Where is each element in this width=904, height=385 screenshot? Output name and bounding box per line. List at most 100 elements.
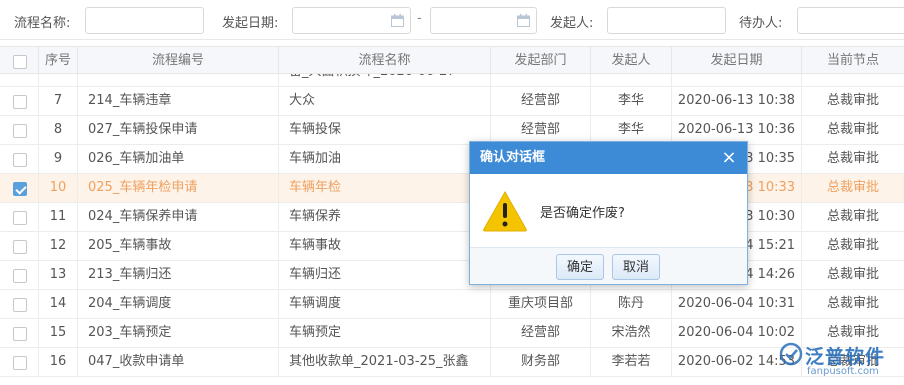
process-name-label: 流程名称:: [14, 16, 71, 31]
row-checkbox[interactable]: [13, 95, 27, 109]
cancel-button[interactable]: 取消: [612, 254, 661, 280]
table-row-partial[interactable]: 备_大面积损坏_2020-06-27: [0, 74, 904, 87]
row-checkbox[interactable]: [13, 356, 27, 370]
start-date-from-input[interactable]: [292, 7, 411, 34]
row-process-name: 其他收款单_2021-03-25_张鑫: [279, 348, 491, 377]
brand-logo-icon: [779, 342, 803, 366]
process-name-input[interactable]: [85, 7, 204, 34]
dialog-title-bar[interactable]: 确认对话框 ×: [470, 142, 747, 174]
row-department: 经营部: [491, 87, 591, 116]
row-initiator: 李华: [591, 87, 672, 116]
row-no-cell: [78, 74, 279, 87]
pending-label: 待办人:: [739, 16, 783, 31]
row-seq: 14: [39, 290, 78, 319]
header-initiator[interactable]: 发起人: [591, 47, 672, 75]
row-process-name: 车辆投保: [279, 116, 491, 145]
row-seq: 7: [39, 87, 78, 116]
table-row[interactable]: 14 204_车辆调度 车辆调度 重庆项目部 陈丹 2020-06-04 10:31 总裁审…: [0, 290, 904, 319]
row-current-node: 总裁审批: [826, 93, 879, 108]
row-department: 重庆项目部: [491, 290, 591, 319]
row-process-name: 车辆年检: [279, 174, 491, 203]
row-check-cell: [0, 74, 39, 87]
table-row[interactable]: 11024_车辆保养申请车辆保养经营部李华2020-06-13 10:30总裁审…: [0, 203, 904, 232]
row-checkbox[interactable]: [13, 269, 27, 283]
dialog-message: 是否确定作废?: [540, 206, 625, 221]
row-process-no: 214_车辆违章: [78, 87, 279, 116]
row-process-no: 047_收款申请单: [78, 348, 279, 377]
header-department[interactable]: 发起部门: [491, 47, 591, 75]
row-process-name: 车辆加油: [279, 145, 491, 174]
row-check-cell: [0, 232, 39, 261]
row-check-cell: [0, 116, 39, 145]
row-date-cell: [672, 74, 802, 87]
start-date-to-input[interactable]: [430, 7, 537, 34]
row-department: 财务部: [491, 348, 591, 377]
brand-logo: 泛普软件 fanpusoft.com: [775, 336, 904, 385]
start-date-label: 发起日期:: [222, 16, 279, 31]
table-row[interactable]: 13213_车辆归还车辆归还经营部李华2020-06-04 14:26总裁审批: [0, 261, 904, 290]
row-process-no: 027_车辆投保申请: [78, 116, 279, 145]
row-process-no: 204_车辆调度: [78, 290, 279, 319]
row-checkbox[interactable]: [13, 124, 27, 138]
row-checkbox[interactable]: [13, 240, 27, 254]
row-process-no: 205_车辆事故: [78, 232, 279, 261]
row-node-cell: [802, 74, 904, 87]
table-row[interactable]: 16 047_收款申请单 其他收款单_2021-03-25_张鑫 财务部 李若若 2020…: [0, 348, 904, 377]
row-check-cell: [0, 145, 39, 174]
header-start-date[interactable]: 发起日期: [672, 47, 802, 75]
table-row[interactable]: 7 214_车辆违章 大众 经营部 李华 2020-06-13 10:38 总裁审批: [0, 87, 904, 116]
ok-button[interactable]: 确定: [556, 254, 605, 280]
row-current-node: 总裁审批: [826, 238, 879, 253]
row-current-node: 总裁审批: [826, 296, 879, 311]
row-check-cell: [0, 319, 39, 348]
brand-name: 泛普软件: [805, 346, 886, 368]
table-row[interactable]: 15 203_车辆预定 车辆预定 经营部 宋浩然 2020-06-04 10:02 总裁审批: [0, 319, 904, 348]
table-row[interactable]: 8 027_车辆投保申请 车辆投保 经营部 李华 2020-06-13 10:36 总裁审批: [0, 116, 904, 145]
close-icon[interactable]: ×: [721, 142, 737, 174]
row-checkbox[interactable]: [13, 182, 27, 196]
table-body: 备_大面积损坏_2020-06-27 7214_车辆违章大众经营部李华2020-…: [0, 74, 904, 385]
warning-icon: [483, 190, 527, 232]
row-department: 经营部: [491, 319, 591, 348]
calendar-icon[interactable]: [517, 14, 530, 27]
header-process-name[interactable]: 流程名称: [279, 47, 491, 75]
row-check-cell: [0, 174, 39, 203]
initiator-label: 发起人:: [550, 16, 594, 31]
row-check-cell: [0, 203, 39, 232]
table-row[interactable]: 12205_车辆事故车辆事故经营部李华2020-06-04 15:21总裁审批: [0, 232, 904, 261]
header-seq: 序号: [39, 47, 78, 75]
row-seq: 10: [39, 174, 78, 203]
row-check-cell: [0, 87, 39, 116]
dialog-title: 确认对话框: [480, 150, 546, 165]
row-checkbox[interactable]: [13, 298, 27, 312]
calendar-icon[interactable]: [391, 14, 404, 27]
row-seq: 8: [39, 116, 78, 145]
row-current-node: 总裁审批: [826, 151, 879, 166]
row-process-no: 025_车辆年检申请: [78, 174, 279, 203]
row-process-no: 203_车辆预定: [78, 319, 279, 348]
row-seq: 9: [39, 145, 78, 174]
row-checkbox[interactable]: [13, 327, 27, 341]
row-process-name: 车辆归还: [279, 261, 491, 290]
header-select-all[interactable]: [0, 47, 39, 75]
row-checkbox[interactable]: [13, 153, 27, 167]
table-row[interactable]: 10025_车辆年检申请车辆年检经营部李华2020-06-13 10:33总裁审…: [0, 174, 904, 203]
pending-input[interactable]: [797, 7, 904, 34]
row-checkbox[interactable]: [13, 211, 27, 225]
row-check-cell: [0, 348, 39, 377]
row-process-name: 备_大面积损坏_2020-06-27: [279, 74, 491, 87]
row-seq: 16: [39, 348, 78, 377]
initiator-input[interactable]: [607, 7, 726, 34]
row-check-cell: [0, 290, 39, 319]
row-seq: 13: [39, 261, 78, 290]
header-process-no[interactable]: 流程编号: [78, 47, 279, 75]
header-current-node[interactable]: 当前节点: [802, 47, 904, 75]
row-initiator: 宋浩然: [591, 319, 672, 348]
table-row[interactable]: 9026_车辆加油单车辆加油经营部李华2020-06-13 10:35总裁审批: [0, 145, 904, 174]
row-process-name: 车辆保养: [279, 203, 491, 232]
select-all-checkbox[interactable]: [13, 55, 27, 69]
row-process-no: 026_车辆加油单: [78, 145, 279, 174]
row-initiator: 李若若: [591, 348, 672, 377]
table-header: 序号 流程编号 流程名称 发起部门 发起人 发起日期 当前节点: [0, 46, 904, 75]
row-process-name: 车辆预定: [279, 319, 491, 348]
